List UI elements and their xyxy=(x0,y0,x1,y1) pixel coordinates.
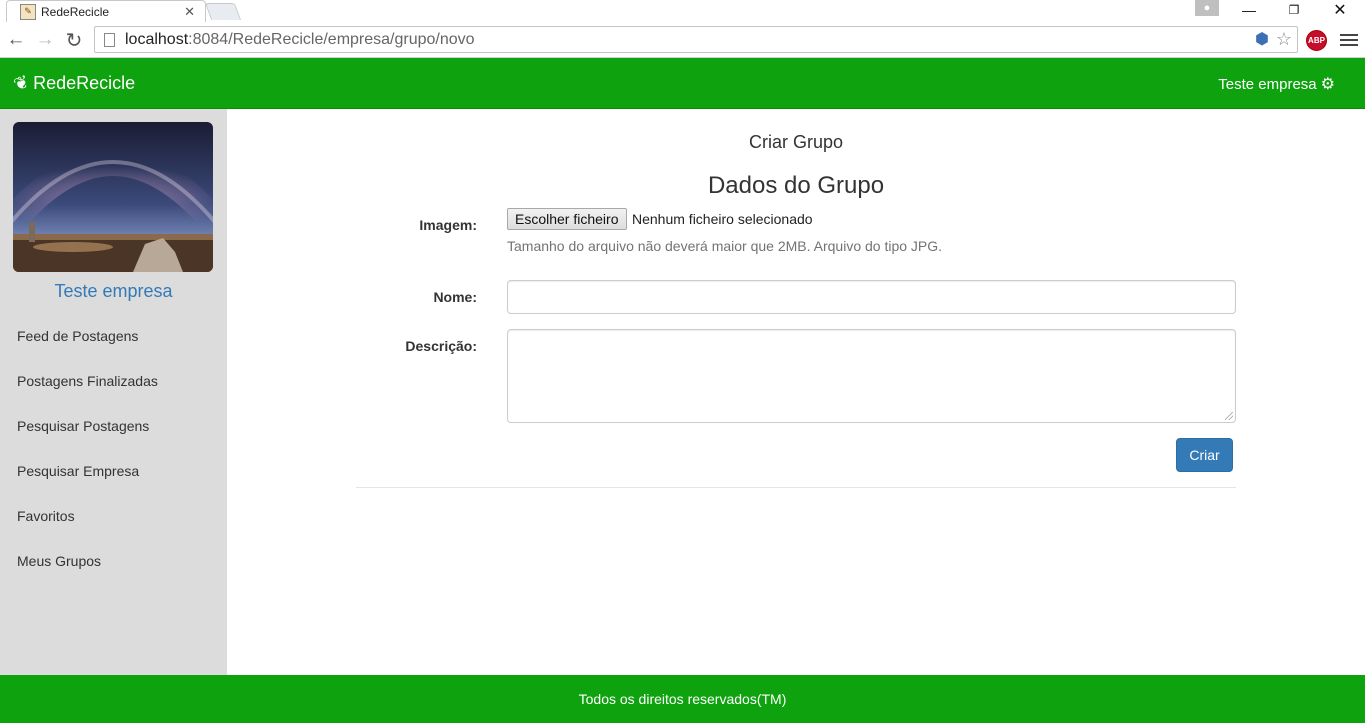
choose-file-button[interactable]: Escolher ficheiro xyxy=(507,208,627,230)
browser-toolbar: ← → ↻ localhost:8084/RedeRecicle/empresa… xyxy=(0,22,1365,58)
window-close-icon[interactable]: ✕ xyxy=(1317,0,1363,20)
bookmark-star-icon[interactable]: ☆ xyxy=(1273,28,1295,50)
main-content: Criar Grupo Dados do Grupo Imagem: Escol… xyxy=(227,109,1365,675)
sidebar-item-search-company[interactable]: Pesquisar Empresa xyxy=(17,463,139,479)
footer: Todos os direitos reservados(TM) xyxy=(0,675,1365,723)
footer-text: Todos os direitos reservados(TM) xyxy=(578,691,787,707)
address-bar[interactable]: localhost:8084/RedeRecicle/empresa/grupo… xyxy=(94,26,1298,53)
browser-tab[interactable]: ✎ RedeRecicle ✕ xyxy=(6,0,206,22)
tab-title: RedeRecicle xyxy=(41,4,110,19)
sidebar-item-search-posts[interactable]: Pesquisar Postagens xyxy=(17,418,149,434)
adblock-icon[interactable]: ABP xyxy=(1306,30,1327,51)
restore-icon[interactable]: ❐ xyxy=(1271,0,1317,20)
divider xyxy=(356,487,1236,488)
extension-cube-icon[interactable]: ⬢ xyxy=(1251,28,1273,50)
name-input[interactable] xyxy=(507,280,1236,314)
sidebar-item-feed[interactable]: Feed de Postagens xyxy=(17,328,138,344)
page-icon xyxy=(104,32,115,47)
brand-link[interactable]: ❦ RedeRecicle xyxy=(10,71,136,96)
profile-icon[interactable]: ● xyxy=(1195,0,1219,16)
brand-name: RedeRecicle xyxy=(33,73,136,93)
sidebar-item-finalized-posts[interactable]: Postagens Finalizadas xyxy=(17,373,158,389)
forward-arrow-icon[interactable]: → xyxy=(33,28,57,52)
sidebar-item-favorites[interactable]: Favoritos xyxy=(17,508,75,524)
sidebar-item-my-groups[interactable]: Meus Grupos xyxy=(17,553,101,569)
file-status: Nenhum ficheiro selecionado xyxy=(632,211,813,227)
url-text: localhost:8084/RedeRecicle/empresa/grupo… xyxy=(125,30,475,48)
description-textarea[interactable] xyxy=(507,329,1236,423)
browser-titlebar: ✎ RedeRecicle ✕ ● — ❐ ✕ xyxy=(0,0,1365,22)
page-title: Dados do Grupo xyxy=(707,172,885,199)
user-name: Teste empresa xyxy=(1218,75,1317,93)
back-arrow-icon[interactable]: ← xyxy=(4,28,28,52)
reload-icon[interactable]: ↻ xyxy=(62,28,86,52)
tab-close-icon[interactable]: ✕ xyxy=(184,4,195,20)
minimize-icon[interactable]: — xyxy=(1226,0,1272,20)
favicon-icon: ✎ xyxy=(20,3,36,20)
file-help-text: Tamanho do arquivo não deverá maior que … xyxy=(507,238,943,254)
name-label: Nome: xyxy=(433,289,477,305)
gear-icon: ⚙ xyxy=(1320,76,1335,93)
image-label: Imagem: xyxy=(419,217,477,233)
profile-image xyxy=(13,122,213,272)
sidebar: Teste empresa Feed de Postagens Postagen… xyxy=(0,109,227,675)
user-menu[interactable]: Teste empresa ⚙ xyxy=(1218,74,1335,94)
new-tab-button[interactable] xyxy=(204,3,242,20)
top-navbar: ❦ RedeRecicle Teste empresa ⚙ xyxy=(0,58,1365,109)
profile-name[interactable]: Teste empresa xyxy=(0,281,227,302)
browser-menu-icon[interactable] xyxy=(1340,29,1358,51)
leaf-icon: ❦ xyxy=(10,71,32,96)
create-button[interactable]: Criar xyxy=(1176,438,1233,472)
description-label: Descrição: xyxy=(405,338,477,354)
resize-handle[interactable] xyxy=(1225,412,1233,420)
page-subtitle: Criar Grupo xyxy=(748,132,844,152)
